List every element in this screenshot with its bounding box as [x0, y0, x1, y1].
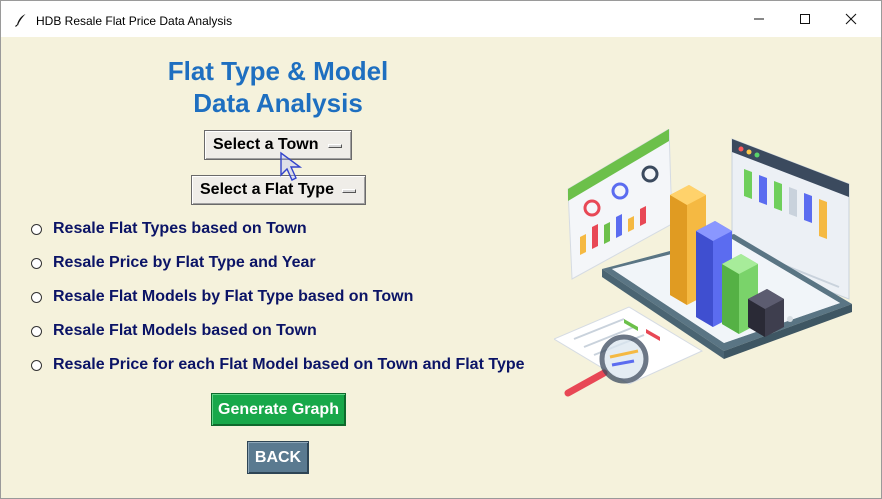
maximize-button[interactable]	[782, 1, 828, 37]
option-radio-3[interactable]: Resale Flat Models by Flat Type based on…	[31, 286, 413, 308]
feather-icon	[15, 14, 26, 27]
generate-graph-button[interactable]: Generate Graph	[211, 393, 346, 426]
menu-indicator-icon	[328, 144, 342, 148]
option-radio-4[interactable]: Resale Flat Models based on Town	[31, 320, 317, 342]
close-icon	[845, 13, 857, 25]
back-button[interactable]: BACK	[247, 441, 309, 474]
select-flat-type-label: Select a Flat Type	[200, 181, 334, 198]
option-radio-5[interactable]: Resale Price for each Flat Model based o…	[31, 354, 525, 376]
minimize-button[interactable]	[736, 1, 782, 37]
option-label: Resale Flat Models based on Town	[53, 322, 317, 339]
select-town-menu[interactable]: Select a Town	[204, 130, 352, 160]
app-window: HDB Resale Flat Price Data Analysis Flat…	[0, 0, 882, 499]
option-label: Resale Price for each Flat Model based o…	[53, 356, 525, 373]
page-title-line-1: Flat Type & Model	[167, 56, 389, 86]
option-label: Resale Price by Flat Type and Year	[53, 254, 316, 271]
option-label: Resale Flat Types based on Town	[53, 220, 307, 237]
radio-button[interactable]	[31, 291, 42, 303]
radio-button[interactable]	[31, 223, 42, 235]
title-bar[interactable]: HDB Resale Flat Price Data Analysis	[1, 1, 881, 37]
option-label: Resale Flat Models by Flat Type based on…	[53, 288, 414, 305]
minimize-icon	[754, 18, 764, 20]
menu-indicator-icon	[342, 189, 356, 193]
window-title: HDB Resale Flat Price Data Analysis	[36, 14, 233, 28]
radio-button[interactable]	[31, 325, 42, 337]
radio-button[interactable]	[31, 359, 42, 371]
radio-button[interactable]	[31, 257, 42, 269]
page-title-line-2: Data Analysis	[193, 88, 363, 118]
mouse-pointer-icon	[280, 151, 303, 181]
option-radio-1[interactable]: Resale Flat Types based on Town	[31, 218, 307, 240]
option-radio-2[interactable]: Resale Price by Flat Type and Year	[31, 252, 316, 274]
data-analytics-illustration	[554, 129, 852, 397]
close-button[interactable]	[828, 1, 874, 37]
maximize-icon	[800, 14, 810, 24]
